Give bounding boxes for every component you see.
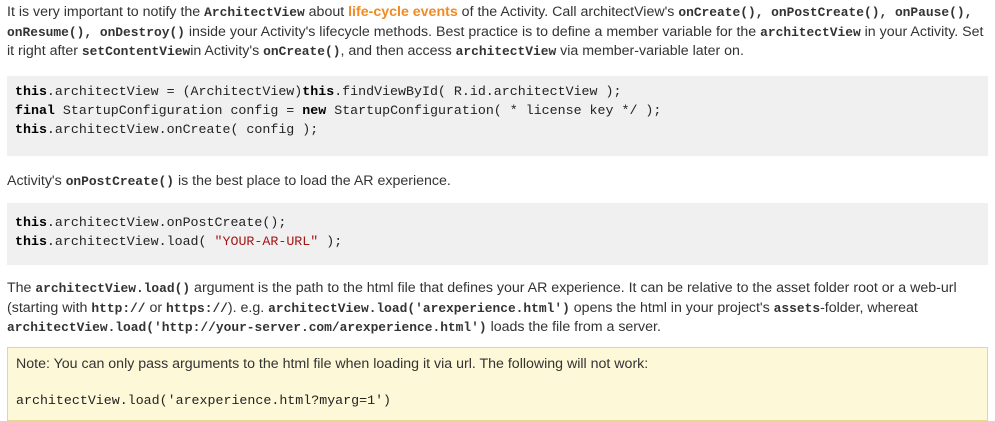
code-line: this.architectView.load( "YOUR-AR-URL" )… <box>15 232 980 251</box>
note-text: Note: You can only pass arguments to the… <box>16 355 649 372</box>
note-code: architectView.load('arexperience.html?my… <box>16 393 392 408</box>
code-line: this.architectView.onCreate( config ); <box>15 120 980 139</box>
code-line: final StartupConfiguration config = new … <box>15 101 980 120</box>
code-text: .architectView = (ArchitectView) <box>46 83 303 99</box>
intro-text: in Activity's <box>190 43 264 59</box>
inline-code: setContentView <box>81 44 191 59</box>
code-keyword: this <box>302 83 335 99</box>
body-text: or <box>145 299 167 316</box>
inline-code: architectView.load('arexperience.html') <box>268 300 570 316</box>
code-keyword: this <box>15 121 47 137</box>
body-text: Activity's <box>7 172 66 189</box>
post-create-paragraph: Activity's onPostCreate() is the best pl… <box>7 172 988 192</box>
code-string: "YOUR-AR-URL" <box>214 234 319 249</box>
inline-code: https:// <box>166 300 228 316</box>
inline-code: assets <box>773 300 821 316</box>
inline-code: architectView.load('http://your-server.c… <box>7 320 487 335</box>
body-text: opens the html in your project's <box>569 299 774 316</box>
inline-code: onCreate() <box>263 44 341 59</box>
code-text: .architectView.onPostCreate(); <box>46 215 287 230</box>
inline-code: architectView <box>455 44 557 59</box>
code-text: .findViewById( R.id.architectView ); <box>334 83 622 99</box>
code-text: .architectView.onCreate( config ); <box>46 121 319 137</box>
body-text: The <box>7 280 36 296</box>
inline-code: http:// <box>91 300 146 316</box>
intro-text: inside your Activity's lifecycle methods… <box>184 23 761 40</box>
body-text: -folder, whereat <box>820 299 918 316</box>
code-keyword: final <box>15 102 55 118</box>
intro-text: about <box>304 4 349 20</box>
inline-code: onPostCreate() <box>65 173 174 189</box>
body-text: ). e.g. <box>227 299 269 316</box>
code-text: StartupConfiguration config = <box>54 102 303 118</box>
intro-text: It is very important to notify the <box>7 4 205 20</box>
code-text: ); <box>318 234 343 249</box>
life-cycle-events-link[interactable]: life-cycle events <box>348 4 458 20</box>
inline-code: ArchitectView <box>204 5 305 20</box>
code-text: .architectView.load( <box>46 234 215 249</box>
code-keyword: this <box>15 83 47 99</box>
code-line: this.architectView.onPostCreate(); <box>15 213 980 232</box>
code-text: StartupConfiguration( * license key */ )… <box>326 102 662 118</box>
code-keyword: new <box>302 102 327 118</box>
code-line: this.architectView = (ArchitectView)this… <box>15 82 980 101</box>
intro-text: , and then access <box>340 43 456 59</box>
body-text: loads the file from a server. <box>486 319 661 335</box>
inline-code: architectView.load() <box>35 281 191 296</box>
code-keyword: this <box>15 234 47 249</box>
note-box: Note: You can only pass arguments to the… <box>7 346 988 421</box>
document-body: It is very important to notify the Archi… <box>0 0 995 421</box>
code-block-load: this.architectView.onPostCreate(); this.a… <box>7 203 988 265</box>
inline-code: architectView <box>760 24 861 40</box>
intro-text: of the Activity. Call architectView's <box>457 4 679 20</box>
code-keyword: this <box>15 215 47 230</box>
intro-paragraph: It is very important to notify the Archi… <box>7 0 988 62</box>
body-text: is the best place to load the AR experie… <box>174 172 451 189</box>
intro-text: via member-variable later on. <box>556 43 744 59</box>
code-block-setup: this.architectView = (ArchitectView)this… <box>7 75 988 156</box>
load-explanation-paragraph: The architectView.load() argument is the… <box>7 279 988 338</box>
